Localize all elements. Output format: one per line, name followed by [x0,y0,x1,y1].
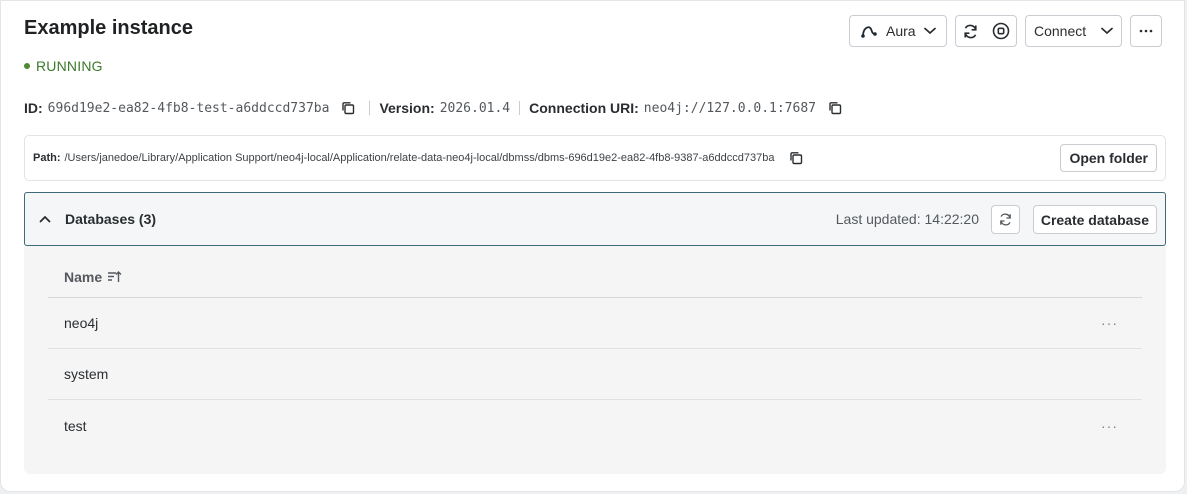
version-label: Version: [379,100,435,116]
column-name-label: Name [64,268,103,285]
stop-icon[interactable] [992,22,1010,40]
database-name: system [64,366,109,382]
refresh-icon[interactable] [962,23,979,40]
connect-label: Connect [1034,23,1087,39]
refresh-stop-group [955,15,1017,47]
last-updated-value: 14:22:20 [924,211,980,227]
database-name: test [64,417,87,434]
aura-icon [860,23,878,39]
more-button[interactable] [1130,15,1162,47]
aura-button[interactable]: Aura [849,15,947,47]
copy-id-icon[interactable] [341,101,355,115]
databases-table: Name neo4j ··· system test ··· [48,256,1142,451]
table-body: neo4j ··· system test ··· [48,298,1142,451]
id-label: ID: [24,100,43,116]
status-dot-icon [24,63,30,69]
chevron-down-icon [923,27,936,35]
connect-button[interactable]: Connect [1025,15,1122,47]
last-updated: Last updated: 14:22:20 [836,211,979,227]
refresh-icon [998,212,1013,227]
table-row[interactable]: test ··· [48,400,1142,451]
create-database-button[interactable]: Create database [1032,205,1157,234]
copy-path-icon[interactable] [789,151,803,165]
copy-uri-icon[interactable] [828,101,842,115]
table-header-name[interactable]: Name [48,256,1142,298]
open-folder-button[interactable]: Open folder [1060,144,1157,172]
status-badge: RUNNING [24,58,103,74]
version-value: 2026.01.4 [439,100,511,116]
page-title: Example instance [24,17,193,39]
connection-uri-label: Connection URI: [529,100,639,116]
chevron-up-icon[interactable] [38,212,52,231]
status-text: RUNNING [36,58,103,74]
refresh-databases-button[interactable] [991,205,1020,234]
databases-header[interactable]: Databases (3) Last updated: 14:22:20 Cre… [24,192,1166,246]
database-name: neo4j [64,315,99,331]
id-value: 696d19e2-ea82-4fb8-test-a6ddccd737ba [47,100,330,116]
sort-icon[interactable] [107,270,122,283]
instance-meta: ID: 696d19e2-ea82-4fb8-test-a6ddccd737ba… [24,100,842,116]
divider [519,101,521,115]
instance-actions: Aura Connect [849,15,1162,47]
path-value: /Users/janedoe/Library/Application Suppo… [64,152,775,164]
databases-title: Databases (3) [65,211,157,227]
row-menu-icon[interactable]: ··· [1101,418,1118,434]
row-menu-icon[interactable]: ··· [1101,315,1118,331]
instance-card: Example instance RUNNING Aura Connect ID… [0,0,1185,492]
databases-panel: Databases (3) Last updated: 14:22:20 Cre… [24,192,1166,474]
last-updated-label: Last updated: [835,211,921,227]
more-horizontal-icon [1139,29,1153,33]
path-label: Path: [33,152,61,164]
connection-uri-value: neo4j://127.0.0.1:7687 [643,100,816,116]
divider [369,101,371,115]
table-row[interactable]: neo4j ··· [48,298,1142,349]
table-row[interactable]: system [48,349,1142,400]
chevron-down-icon [1101,27,1113,35]
path-box: Path: /Users/janedoe/Library/Application… [24,135,1166,181]
aura-label: Aura [886,23,916,39]
